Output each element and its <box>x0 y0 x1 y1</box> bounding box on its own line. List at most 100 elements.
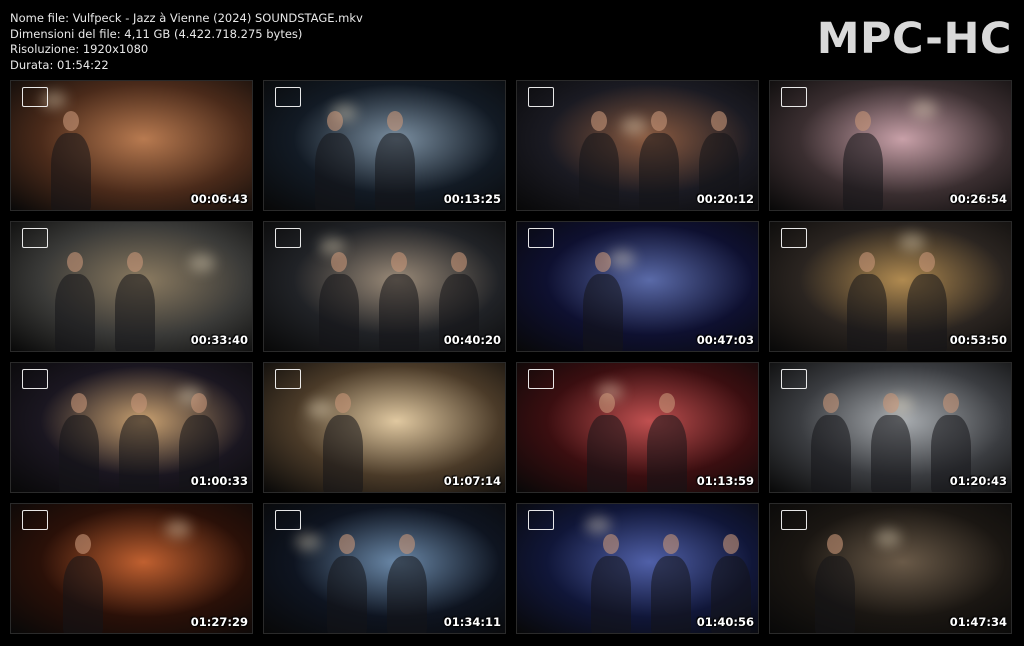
timestamp-label: 00:26:54 <box>949 192 1007 206</box>
performer-head <box>327 111 343 131</box>
timestamp-label: 01:27:29 <box>190 615 248 629</box>
video-thumbnail: 00:13:25 <box>263 80 506 211</box>
festival-logo-icon <box>528 87 554 107</box>
performer-head <box>723 534 739 554</box>
video-thumbnail: 01:00:33 <box>10 362 253 493</box>
festival-logo-icon <box>22 87 48 107</box>
performer-figure <box>59 415 99 492</box>
festival-logo-icon <box>781 87 807 107</box>
performer-figure <box>639 133 679 210</box>
performer-figure <box>319 274 359 351</box>
performer-figure <box>327 556 367 633</box>
performer-head <box>335 393 351 413</box>
performer-figure <box>815 556 855 633</box>
timestamp-label: 00:06:43 <box>190 192 248 206</box>
performer-head <box>651 111 667 131</box>
performer-head <box>71 393 87 413</box>
video-thumbnail: 00:33:40 <box>10 221 253 352</box>
performer-head <box>339 534 355 554</box>
performer-figure <box>379 274 419 351</box>
performer-figure <box>387 556 427 633</box>
timestamp-label: 01:00:33 <box>190 474 248 488</box>
festival-logo-icon <box>22 369 48 389</box>
festival-logo-icon <box>22 228 48 248</box>
performer-head <box>859 252 875 272</box>
performer-head <box>127 252 143 272</box>
performer-head <box>387 111 403 131</box>
performer-head <box>391 252 407 272</box>
performer-head <box>599 393 615 413</box>
timestamp-label: 00:33:40 <box>190 333 248 347</box>
performer-head <box>603 534 619 554</box>
performer-figure <box>843 133 883 210</box>
performer-head <box>943 393 959 413</box>
video-thumbnail: 01:47:34 <box>769 503 1012 634</box>
performer-head <box>399 534 415 554</box>
performer-head <box>63 111 79 131</box>
festival-logo-icon <box>528 369 554 389</box>
performer-head <box>659 393 675 413</box>
performer-head <box>855 111 871 131</box>
stage-light <box>295 533 321 551</box>
performer-figure <box>907 274 947 351</box>
video-thumbnail: 00:06:43 <box>10 80 253 211</box>
performer-head <box>595 252 611 272</box>
festival-logo-icon <box>781 228 807 248</box>
timestamp-label: 01:07:14 <box>443 474 501 488</box>
performer-head <box>331 252 347 272</box>
video-thumbnail: 00:47:03 <box>516 221 759 352</box>
performer-figure <box>119 415 159 492</box>
performer-figure <box>63 556 103 633</box>
timestamp-label: 01:47:34 <box>949 615 1007 629</box>
stage-light <box>585 516 611 534</box>
performer-head <box>591 111 607 131</box>
performer-head <box>711 111 727 131</box>
performer-figure <box>647 415 687 492</box>
festival-logo-icon <box>528 510 554 530</box>
video-thumbnail: 01:07:14 <box>263 362 506 493</box>
performer-head <box>823 393 839 413</box>
video-thumbnail: 00:40:20 <box>263 221 506 352</box>
performer-head <box>131 393 147 413</box>
performer-figure <box>583 274 623 351</box>
performer-figure <box>375 133 415 210</box>
festival-logo-icon <box>275 510 301 530</box>
video-thumbnail: 01:27:29 <box>10 503 253 634</box>
festival-logo-icon <box>781 510 807 530</box>
performer-figure <box>51 133 91 210</box>
thumbnail-grid: 00:06:43 00:13:25 00:20:12 00:26:54 00:33:40… <box>0 0 1024 646</box>
performer-figure <box>591 556 631 633</box>
festival-logo-icon <box>528 228 554 248</box>
performer-head <box>883 393 899 413</box>
festival-logo-icon <box>781 369 807 389</box>
stage-light <box>609 250 635 268</box>
festival-logo-icon <box>275 228 301 248</box>
timestamp-label: 01:34:11 <box>443 615 501 629</box>
performer-figure <box>115 274 155 351</box>
festival-logo-icon <box>22 510 48 530</box>
festival-logo-icon <box>275 87 301 107</box>
video-thumbnail: 00:20:12 <box>516 80 759 211</box>
performer-figure <box>651 556 691 633</box>
performer-head <box>67 252 83 272</box>
video-thumbnail: 00:53:50 <box>769 221 1012 352</box>
stage-light <box>875 529 901 547</box>
stage-light <box>189 254 215 272</box>
video-thumbnail: 01:13:59 <box>516 362 759 493</box>
timestamp-label: 00:13:25 <box>443 192 501 206</box>
stage-light <box>911 100 937 118</box>
performer-figure <box>871 415 911 492</box>
stage-light <box>899 233 925 251</box>
performer-head <box>75 534 91 554</box>
timestamp-label: 00:20:12 <box>696 192 754 206</box>
timestamp-label: 00:40:20 <box>443 333 501 347</box>
video-thumbnail: 01:34:11 <box>263 503 506 634</box>
performer-head <box>663 534 679 554</box>
performer-head <box>827 534 843 554</box>
performer-figure <box>579 133 619 210</box>
festival-logo-icon <box>275 369 301 389</box>
performer-figure <box>315 133 355 210</box>
timestamp-label: 00:53:50 <box>949 333 1007 347</box>
timestamp-label: 01:13:59 <box>696 474 754 488</box>
performer-head <box>451 252 467 272</box>
